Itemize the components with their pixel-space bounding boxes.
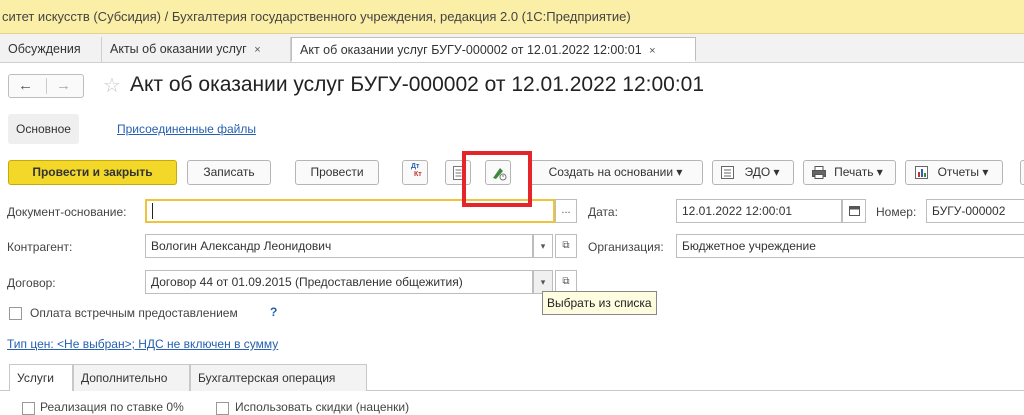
edo-icon: [721, 166, 734, 179]
favorite-star-icon[interactable]: ☆: [103, 73, 121, 98]
create-based-on-button[interactable]: Создать на основании ▾: [528, 160, 703, 185]
tab-label: Акты об оказании услуг: [110, 42, 247, 56]
nav-divider: [46, 78, 47, 94]
contract-label: Договор:: [7, 276, 56, 290]
reports-button[interactable]: Отчеты ▾: [905, 160, 1003, 185]
print-button[interactable]: Печать ▾: [803, 160, 896, 185]
counterparty-label: Контрагент:: [7, 240, 73, 254]
tab-additional[interactable]: Дополнительно: [73, 364, 190, 391]
date-label: Дата:: [588, 205, 618, 219]
printer-icon: [812, 166, 826, 179]
counterparty-open-button[interactable]: ⧉: [555, 234, 577, 258]
tab-label: Обсуждения: [8, 42, 81, 56]
tab-service-acts[interactable]: Акты об оказании услуг ×: [102, 37, 291, 62]
select-from-list-tooltip: Выбрать из списка: [542, 291, 657, 315]
window-title: ситет искусств (Субсидия) / Бухгалтерия …: [2, 9, 631, 24]
highlight-box: [462, 151, 532, 207]
tab-label: Акт об оказании услуг БУГУ-000002 от 12.…: [300, 43, 642, 57]
basis-label: Документ-основание:: [7, 205, 127, 219]
back-arrow-icon[interactable]: ←: [18, 77, 33, 94]
open-tabs-bar: Обсуждения Акты об оказании услуг × Акт …: [0, 34, 1024, 63]
zero-rate-checkbox[interactable]: [22, 402, 35, 415]
organization-label: Организация:: [588, 240, 664, 254]
kt-label: Кт: [414, 171, 422, 178]
edo-button[interactable]: ЭДО ▾: [712, 160, 794, 185]
date-input[interactable]: 12.01.2022 12:00:01: [676, 199, 842, 223]
tab-accounting-operation[interactable]: Бухгалтерская операция: [190, 364, 367, 391]
window-title-bar: ситет искусств (Субсидия) / Бухгалтерия …: [0, 0, 1024, 34]
counterparty-dropdown-button[interactable]: ▾: [533, 234, 553, 258]
close-icon[interactable]: ×: [649, 45, 655, 57]
tab-discussions[interactable]: Обсуждения: [0, 37, 102, 62]
print-label: Печать ▾: [834, 165, 883, 179]
tab-services[interactable]: Услуги: [9, 364, 73, 391]
use-discounts-label: Использовать скидки (наценки): [235, 400, 410, 414]
counter-payment-label: Оплата встречным предоставлением: [30, 306, 238, 320]
save-button[interactable]: Записать: [187, 160, 271, 185]
counter-payment-checkbox[interactable]: [9, 307, 22, 320]
help-icon[interactable]: ?: [270, 305, 277, 319]
number-input[interactable]: БУГУ-000002: [926, 199, 1024, 223]
reports-label: Отчеты ▾: [937, 165, 989, 179]
history-nav: ← →: [8, 74, 84, 98]
calendar-icon: [848, 206, 860, 216]
post-and-close-button[interactable]: Провести и закрыть: [8, 160, 177, 185]
section-main[interactable]: Основное: [8, 114, 79, 144]
calendar-button[interactable]: [842, 199, 866, 223]
attached-files-link[interactable]: Присоединенные файлы: [117, 122, 256, 136]
post-button[interactable]: Провести: [295, 160, 379, 185]
counterparty-input[interactable]: Вологин Александр Леонидович: [145, 234, 533, 258]
select-ellipsis-button[interactable]: ...: [555, 199, 577, 223]
forward-arrow-icon[interactable]: →: [56, 77, 71, 94]
zero-rate-label: Реализация по ставке 0%: [40, 400, 184, 414]
tab-current-document[interactable]: Акт об оказании услуг БУГУ-000002 от 12.…: [291, 37, 696, 62]
close-icon[interactable]: ×: [254, 44, 260, 56]
number-label: Номер:: [876, 205, 917, 219]
more-toolbar-button[interactable]: [1020, 160, 1024, 185]
organization-input[interactable]: Бюджетное учреждение: [676, 234, 1024, 258]
dt-kt-button[interactable]: Дт Кт: [402, 160, 428, 185]
price-type-link[interactable]: Тип цен: <Не выбран>; НДС не включен в с…: [7, 337, 278, 351]
text-caret: [152, 203, 153, 219]
report-icon: [915, 166, 928, 179]
contract-input[interactable]: Договор 44 от 01.09.2015 (Предоставление…: [145, 270, 533, 294]
dt-label: Дт: [411, 163, 420, 170]
use-discounts-checkbox[interactable]: [216, 402, 229, 415]
page-title: Акт об оказании услуг БУГУ-000002 от 12.…: [130, 73, 705, 96]
edo-label: ЭДО ▾: [744, 165, 780, 179]
